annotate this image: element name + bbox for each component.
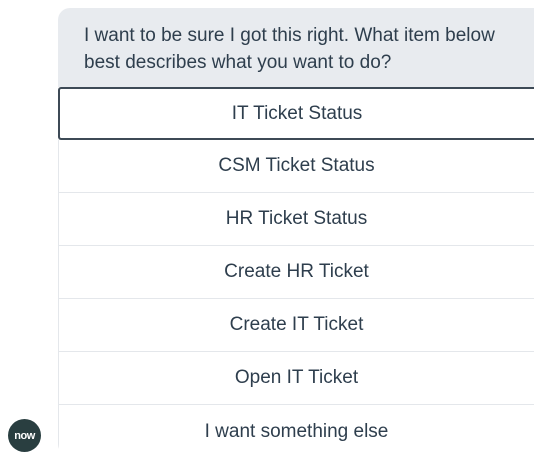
option-open-it-ticket[interactable]: Open IT Ticket [58, 352, 534, 405]
option-hr-ticket-status[interactable]: HR Ticket Status [58, 193, 534, 246]
bot-avatar: now [8, 419, 41, 452]
bot-message: I want to be sure I got this right. What… [58, 8, 534, 87]
option-something-else[interactable]: I want something else [58, 405, 534, 456]
option-csm-ticket-status[interactable]: CSM Ticket Status [58, 140, 534, 193]
option-list: IT Ticket Status CSM Ticket Status HR Ti… [58, 87, 534, 456]
option-it-ticket-status[interactable]: IT Ticket Status [58, 87, 534, 140]
chat-area: I want to be sure I got this right. What… [0, 0, 534, 456]
option-create-hr-ticket[interactable]: Create HR Ticket [58, 246, 534, 299]
option-create-it-ticket[interactable]: Create IT Ticket [58, 299, 534, 352]
bot-response-card: I want to be sure I got this right. What… [58, 8, 534, 456]
